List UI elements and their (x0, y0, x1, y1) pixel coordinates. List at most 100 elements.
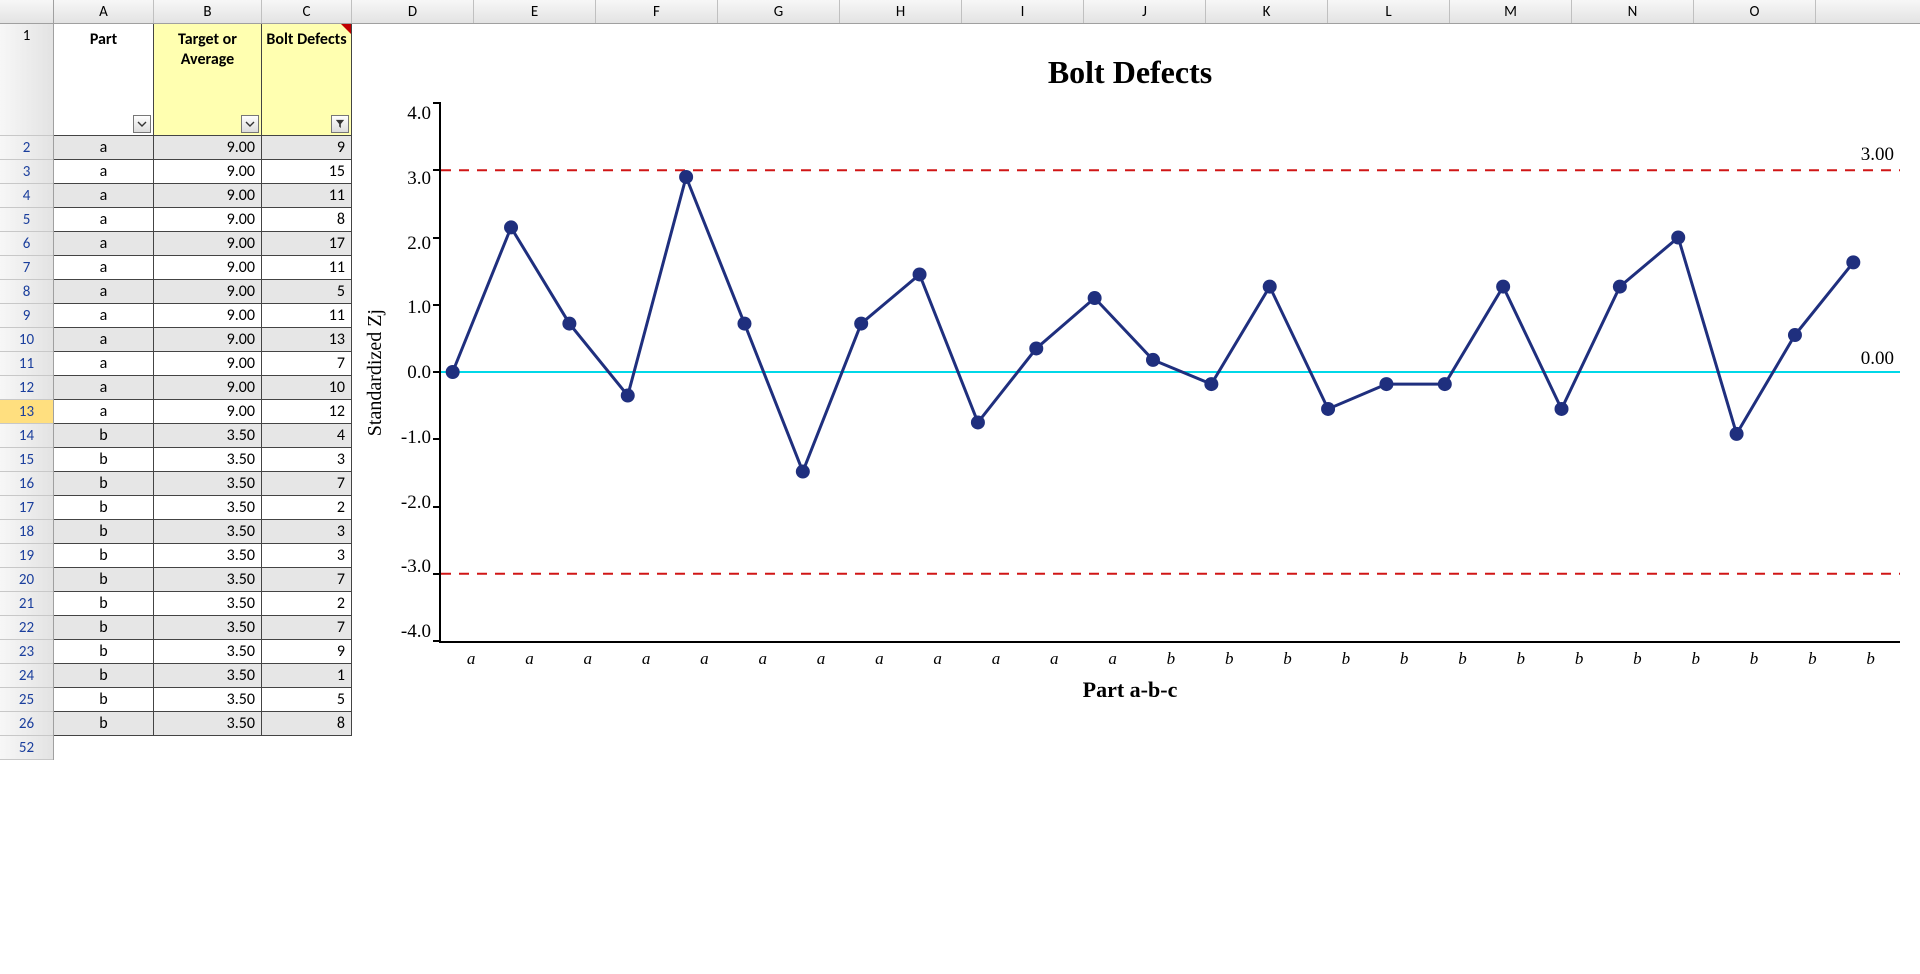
cell-A21[interactable]: b (54, 592, 154, 616)
row-header-17[interactable]: 17 (0, 496, 53, 520)
cell-B13[interactable]: 9.00 (154, 400, 262, 424)
cell-B6[interactable]: 9.00 (154, 232, 262, 256)
cell-C11[interactable]: 7 (262, 352, 352, 376)
cell-B25[interactable]: 3.50 (154, 688, 262, 712)
cell-A19[interactable]: b (54, 544, 154, 568)
column-header-O[interactable]: O (1694, 0, 1816, 23)
row-header-21[interactable]: 21 (0, 592, 53, 616)
column-header-G[interactable]: G (718, 0, 840, 23)
cell-C25[interactable]: 5 (262, 688, 352, 712)
cell-A26[interactable]: b (54, 712, 154, 736)
chart-plot-area[interactable]: 3.00 0.00 (439, 103, 1900, 643)
cell-A8[interactable]: a (54, 280, 154, 304)
row-header-18[interactable]: 18 (0, 520, 53, 544)
row-header-52[interactable]: 52 (0, 736, 53, 760)
cell-A10[interactable]: a (54, 328, 154, 352)
filter-button-target[interactable] (241, 115, 259, 133)
cell-A15[interactable]: b (54, 448, 154, 472)
column-header-E[interactable]: E (474, 0, 596, 23)
column-header-N[interactable]: N (1572, 0, 1694, 23)
row-header-10[interactable]: 10 (0, 328, 53, 352)
header-cell-defects[interactable]: Bolt Defects (262, 24, 352, 136)
cell-C9[interactable]: 11 (262, 304, 352, 328)
cell-A3[interactable]: a (54, 160, 154, 184)
cell-C26[interactable]: 8 (262, 712, 352, 736)
cell-A12[interactable]: a (54, 376, 154, 400)
column-header-I[interactable]: I (962, 0, 1084, 23)
cell-C5[interactable]: 8 (262, 208, 352, 232)
row-header-25[interactable]: 25 (0, 688, 53, 712)
cell-C22[interactable]: 7 (262, 616, 352, 640)
cell-A4[interactable]: a (54, 184, 154, 208)
cell-C18[interactable]: 3 (262, 520, 352, 544)
cell-B3[interactable]: 9.00 (154, 160, 262, 184)
cell-A5[interactable]: a (54, 208, 154, 232)
header-cell-target[interactable]: Target or Average (154, 24, 262, 136)
row-header-1[interactable]: 1 (0, 24, 53, 136)
cell-B22[interactable]: 3.50 (154, 616, 262, 640)
cell-C3[interactable]: 15 (262, 160, 352, 184)
row-header-2[interactable]: 2 (0, 136, 53, 160)
column-header-J[interactable]: J (1084, 0, 1206, 23)
row-header-15[interactable]: 15 (0, 448, 53, 472)
row-header-14[interactable]: 14 (0, 424, 53, 448)
cell-B4[interactable]: 9.00 (154, 184, 262, 208)
row-header-22[interactable]: 22 (0, 616, 53, 640)
cell-A25[interactable]: b (54, 688, 154, 712)
cell-B10[interactable]: 9.00 (154, 328, 262, 352)
row-header-26[interactable]: 26 (0, 712, 53, 736)
row-header-6[interactable]: 6 (0, 232, 53, 256)
cell-B5[interactable]: 9.00 (154, 208, 262, 232)
cell-B7[interactable]: 9.00 (154, 256, 262, 280)
column-header-B[interactable]: B (154, 0, 262, 23)
cell-B18[interactable]: 3.50 (154, 520, 262, 544)
column-header-A[interactable]: A (54, 0, 154, 23)
cell-A2[interactable]: a (54, 136, 154, 160)
row-header-9[interactable]: 9 (0, 304, 53, 328)
column-header-H[interactable]: H (840, 0, 962, 23)
cell-B12[interactable]: 9.00 (154, 376, 262, 400)
row-header-12[interactable]: 12 (0, 376, 53, 400)
cell-C14[interactable]: 4 (262, 424, 352, 448)
column-header-D[interactable]: D (352, 0, 474, 23)
column-header-F[interactable]: F (596, 0, 718, 23)
cell-C13[interactable]: 12 (262, 400, 352, 424)
row-header-24[interactable]: 24 (0, 664, 53, 688)
cell-A6[interactable]: a (54, 232, 154, 256)
cell-B8[interactable]: 9.00 (154, 280, 262, 304)
cell-A22[interactable]: b (54, 616, 154, 640)
cell-C19[interactable]: 3 (262, 544, 352, 568)
row-header-16[interactable]: 16 (0, 472, 53, 496)
cell-C16[interactable]: 7 (262, 472, 352, 496)
cell-A17[interactable]: b (54, 496, 154, 520)
cell-A14[interactable]: b (54, 424, 154, 448)
cell-B23[interactable]: 3.50 (154, 640, 262, 664)
column-header-K[interactable]: K (1206, 0, 1328, 23)
row-header-20[interactable]: 20 (0, 568, 53, 592)
cell-B16[interactable]: 3.50 (154, 472, 262, 496)
cell-C6[interactable]: 17 (262, 232, 352, 256)
column-header-L[interactable]: L (1328, 0, 1450, 23)
cell-B20[interactable]: 3.50 (154, 568, 262, 592)
cell-A7[interactable]: a (54, 256, 154, 280)
cell-B21[interactable]: 3.50 (154, 592, 262, 616)
cell-B26[interactable]: 3.50 (154, 712, 262, 736)
cell-C24[interactable]: 1 (262, 664, 352, 688)
cell-B17[interactable]: 3.50 (154, 496, 262, 520)
row-header-7[interactable]: 7 (0, 256, 53, 280)
cell-C21[interactable]: 2 (262, 592, 352, 616)
cell-A18[interactable]: b (54, 520, 154, 544)
cell-A9[interactable]: a (54, 304, 154, 328)
cell-C20[interactable]: 7 (262, 568, 352, 592)
column-header-M[interactable]: M (1450, 0, 1572, 23)
row-header-23[interactable]: 23 (0, 640, 53, 664)
cell-A20[interactable]: b (54, 568, 154, 592)
cell-B2[interactable]: 9.00 (154, 136, 262, 160)
cell-C23[interactable]: 9 (262, 640, 352, 664)
cell-B9[interactable]: 9.00 (154, 304, 262, 328)
row-header-3[interactable]: 3 (0, 160, 53, 184)
filter-button-part[interactable] (133, 115, 151, 133)
cell-C8[interactable]: 5 (262, 280, 352, 304)
cell-B24[interactable]: 3.50 (154, 664, 262, 688)
select-all-corner[interactable] (0, 0, 54, 23)
